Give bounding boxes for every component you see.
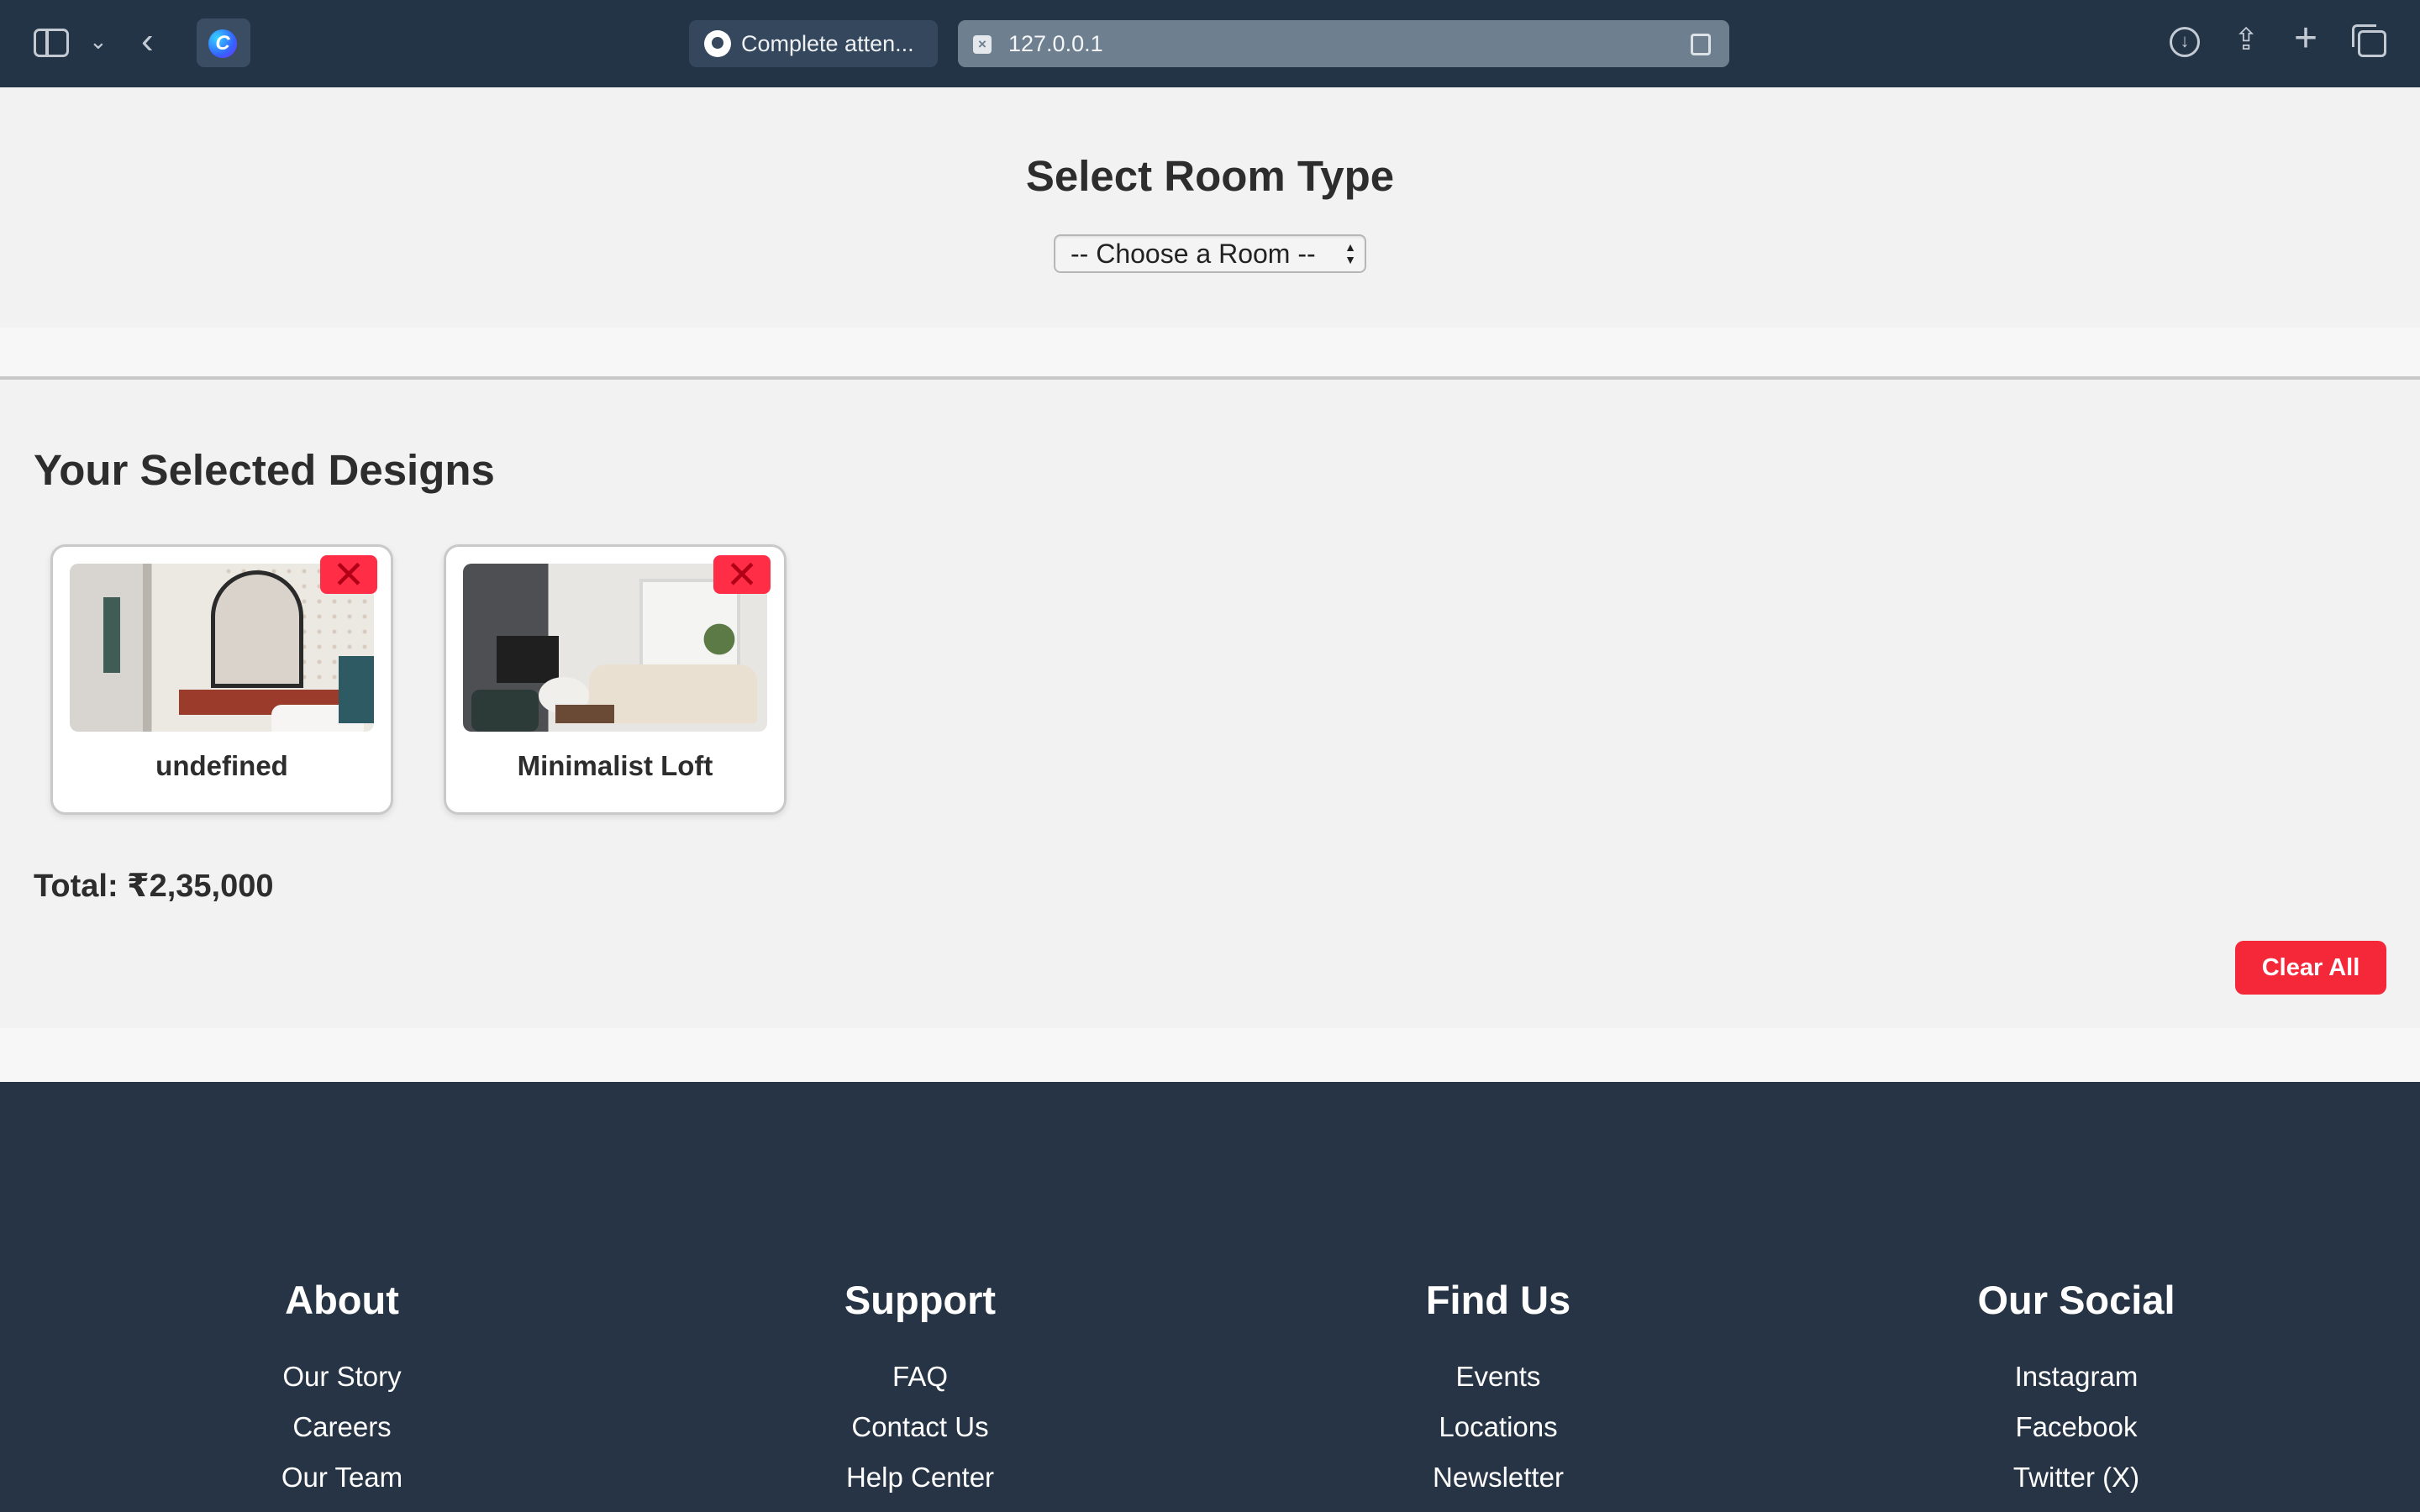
footer-link[interactable]: FAQ [752, 1352, 1088, 1402]
sidebar-toggle-icon[interactable] [34, 29, 69, 57]
room-type-heading: Select Room Type [1025, 152, 1395, 200]
tab-title: Complete atten... [741, 31, 914, 56]
footer-link[interactable]: Help Center [752, 1452, 1088, 1503]
footer-heading: Support [844, 1278, 997, 1322]
footer-heading: Our Social [1977, 1278, 2175, 1322]
design-name: Minimalist Loft [517, 750, 713, 781]
footer-link[interactable]: Events [1330, 1352, 1666, 1402]
footer-link[interactable]: Careers [174, 1402, 510, 1452]
footer-heading: Find Us [1425, 1278, 1571, 1322]
footer-column-about: About Our Story Careers Our Team [174, 1277, 510, 1503]
footer-column-find-us: Find Us Events Locations Newsletter [1330, 1277, 1666, 1503]
footer-link[interactable]: Our Team [174, 1452, 510, 1503]
footer-link[interactable]: Facebook [1908, 1402, 2244, 1452]
new-tab-icon[interactable]: + [2294, 15, 2324, 60]
footer-link[interactable]: Contact Us [752, 1402, 1088, 1452]
select-arrows-icon: ▲ ▼ [1344, 240, 1356, 266]
selected-designs-heading: Your Selected Designs [34, 446, 495, 494]
remove-design-button[interactable]: ✕ [320, 555, 377, 594]
site-footer: About Our Story Careers Our Team Support… [0, 1082, 2420, 1512]
selected-designs-section: Your Selected Designs ✕ undefined ✕ Mini… [0, 380, 2420, 1028]
download-icon[interactable]: ↓ [2170, 27, 2200, 57]
footer-link[interactable]: Newsletter [1330, 1452, 1666, 1503]
room-type-select[interactable]: -- Choose a Room -- ▲ ▼ [1054, 234, 1366, 273]
footer-heading: About [285, 1278, 399, 1322]
chevron-down-icon[interactable]: ⌄ [89, 29, 108, 55]
browser-tab[interactable]: Complete atten... [689, 20, 938, 67]
favicon-icon: × [973, 35, 992, 54]
footer-link[interactable]: Twitter (X) [1908, 1452, 2244, 1503]
browser-tab-active[interactable]: × 127.0.0.1 [958, 20, 1729, 67]
footer-link[interactable]: Locations [1330, 1402, 1666, 1452]
github-icon [704, 29, 731, 57]
tab-overview-icon[interactable] [2352, 24, 2386, 57]
remove-design-button[interactable]: ✕ [713, 555, 771, 594]
address-text: 127.0.0.1 [1008, 31, 1103, 56]
browser-toolbar: ⌄ ‹ C Complete atten... × 127.0.0.1 ↓ ⇪ … [0, 0, 2420, 87]
footer-link[interactable]: Instagram [1908, 1352, 2244, 1402]
section-spacer [0, 328, 2420, 376]
design-name: undefined [155, 750, 288, 781]
back-arrow-icon[interactable]: ‹ [141, 20, 154, 62]
design-card: ✕ Minimalist Loft [444, 544, 786, 815]
design-card: ✕ undefined [50, 544, 393, 815]
room-type-section: Select Room Type -- Choose a Room -- ▲ ▼ [0, 87, 2420, 328]
footer-column-social: Our Social Instagram Facebook Twitter (X… [1908, 1277, 2244, 1503]
footer-link[interactable]: Our Story [174, 1352, 510, 1402]
clear-all-button[interactable]: Clear All [2235, 941, 2386, 995]
section-spacer [0, 1028, 2420, 1082]
extension-logo-icon: C [208, 29, 237, 58]
footer-column-support: Support FAQ Contact Us Help Center [752, 1277, 1088, 1503]
room-select-value: -- Choose a Room -- [1071, 239, 1316, 269]
total-price: Total: ₹2,35,000 [34, 869, 274, 904]
reader-mode-icon[interactable] [1691, 34, 1711, 55]
share-icon[interactable]: ⇪ [2233, 22, 2264, 56]
extension-button[interactable]: C [197, 18, 250, 67]
